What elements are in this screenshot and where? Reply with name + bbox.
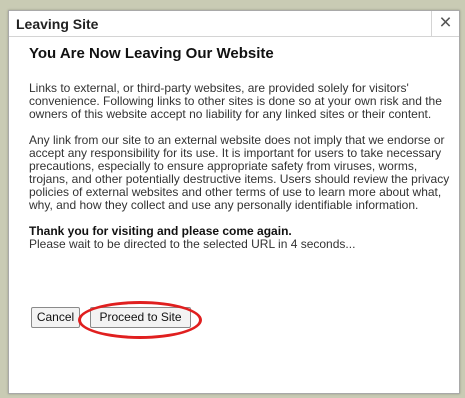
dialog-title: Leaving Site bbox=[16, 16, 99, 32]
close-icon[interactable]: × bbox=[431, 11, 459, 37]
leaving-site-dialog: Leaving Site × You Are Now Leaving Our W… bbox=[8, 10, 460, 394]
cancel-button[interactable]: Cancel bbox=[31, 307, 80, 328]
disclaimer-paragraph-2: Any link from our site to an external we… bbox=[29, 133, 450, 212]
dialog-titlebar: Leaving Site × bbox=[9, 11, 459, 37]
disclaimer-paragraph-1: Links to external, or third-party websit… bbox=[29, 81, 442, 121]
redirect-notice: Please wait to be directed to the select… bbox=[29, 237, 356, 251]
dialog-content: You Are Now Leaving Our Website Links to… bbox=[29, 43, 455, 251]
dialog-heading: You Are Now Leaving Our Website bbox=[29, 45, 274, 62]
proceed-to-site-button[interactable]: Proceed to Site bbox=[90, 307, 191, 328]
